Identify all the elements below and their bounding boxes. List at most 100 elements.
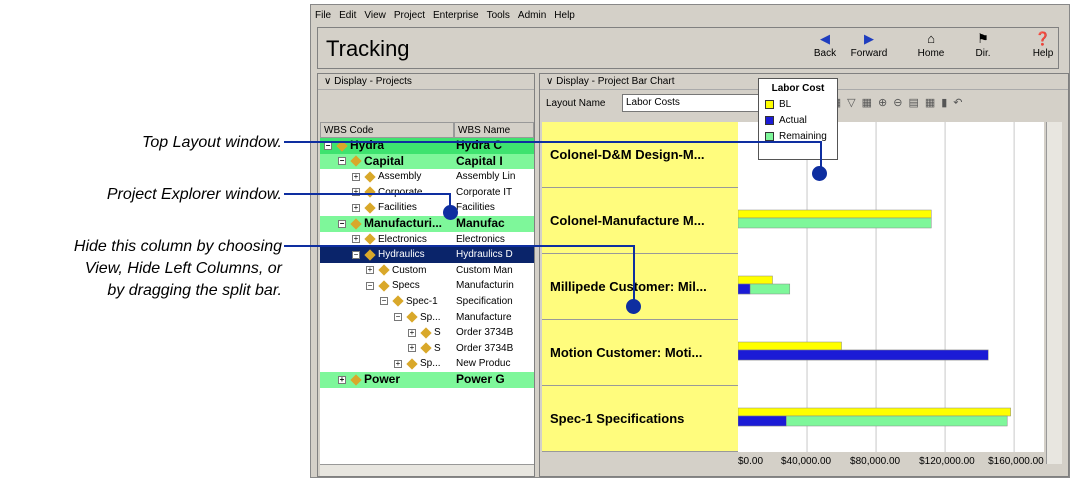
expand-toggle-icon[interactable]: − — [366, 281, 374, 290]
project-bar-label[interactable]: Spec-1 Specifications — [542, 386, 738, 452]
callout-hide-line2: View, Hide Left Columns, or — [84, 260, 282, 277]
expand-toggle-icon[interactable]: + — [352, 172, 360, 181]
expand-toggle-icon[interactable]: + — [394, 359, 402, 368]
wbs-name: Corporate IT — [456, 186, 513, 198]
project-bar-label[interactable]: Motion Customer: Moti... — [542, 320, 738, 386]
project-explorer-pane: ∨ Display - Projects WBS Code WBS Name −… — [317, 73, 535, 477]
callout-dot-hide-column — [626, 299, 641, 314]
menu-file[interactable]: File — [315, 10, 331, 21]
bar-remaining[interactable] — [738, 217, 932, 229]
wbs-row[interactable]: + S Order 3734B — [320, 341, 534, 357]
bar-actual[interactable] — [738, 415, 787, 427]
wbs-diamond-icon — [364, 202, 376, 214]
wbs-row[interactable]: + Power Power G — [320, 372, 534, 388]
wbs-row[interactable]: − Capital Capital I — [320, 153, 534, 170]
menu-project[interactable]: Project — [394, 10, 425, 21]
bar-bl[interactable] — [738, 341, 842, 351]
bar-bl[interactable] — [738, 275, 773, 285]
x-tick-label: $80,000.00 — [850, 456, 901, 467]
bar-actual[interactable] — [738, 283, 751, 295]
menu-help[interactable]: Help — [554, 10, 575, 21]
layout-name-input[interactable]: Labor Costs — [622, 94, 778, 112]
vertical-scrollbar[interactable] — [1046, 122, 1062, 464]
wbs-name: Specification — [456, 296, 513, 307]
expand-toggle-icon[interactable]: + — [338, 375, 346, 384]
expand-toggle-icon[interactable]: − — [324, 141, 332, 150]
home-button[interactable]: ⌂ Home — [908, 30, 954, 68]
wbs-row[interactable]: + Sp... New Produc — [320, 356, 534, 372]
wbs-code: Hydraulics — [378, 249, 425, 261]
expand-toggle-icon[interactable]: − — [338, 219, 346, 228]
x-axis-ticks: $0.00 $40,000.00 $80,000.00 $120,000.00 $160… — [724, 456, 1054, 470]
leader-top-layout — [284, 141, 822, 143]
menu-enterprise[interactable]: Enterprise — [433, 10, 479, 21]
dir-button[interactable]: ⚑ Dir. — [960, 30, 1006, 68]
wbs-name: Hydraulics D — [456, 249, 513, 261]
expand-toggle-icon[interactable]: + — [408, 344, 416, 353]
bar-actual[interactable] — [738, 349, 989, 361]
wbs-name: Power G — [456, 372, 505, 386]
wbs-diamond-icon — [378, 264, 390, 276]
wbs-row[interactable]: − Manufacturi... Manufac — [320, 216, 534, 232]
expand-toggle-icon[interactable]: − — [394, 312, 402, 321]
expand-toggle-icon[interactable]: − — [380, 297, 388, 306]
wbs-row[interactable]: − Spec-1 Specification — [320, 294, 534, 310]
expand-toggle-icon[interactable]: − — [338, 157, 346, 166]
wbs-code: Sp... — [420, 311, 441, 323]
projects-pane-header[interactable]: ∨ Display - Projects — [318, 74, 534, 90]
bar-chart-pane: ∨ Display - Project Bar Chart Layout Nam… — [539, 73, 1069, 477]
col-wbs-name[interactable]: WBS Name — [454, 122, 534, 138]
wbs-code: S — [434, 342, 441, 354]
wbs-diamond-icon — [364, 248, 376, 261]
wbs-row[interactable]: + Custom Custom Man — [320, 263, 534, 279]
expand-toggle-icon[interactable]: + — [352, 203, 360, 212]
wbs-diamond-icon — [378, 280, 390, 292]
menu-view[interactable]: View — [364, 10, 386, 21]
callout-dot-project-explorer — [443, 205, 458, 220]
wbs-code: Power — [364, 372, 401, 386]
col-wbs-code[interactable]: WBS Code — [320, 122, 454, 138]
expand-toggle-icon[interactable]: − — [352, 250, 360, 259]
expand-toggle-icon[interactable]: + — [352, 234, 360, 243]
wbs-row[interactable]: − Sp... Manufacture — [320, 310, 534, 326]
wbs-row[interactable]: + S Order 3734B — [320, 325, 534, 341]
forward-arrow-icon: ▶ — [864, 31, 874, 46]
menu-edit[interactable]: Edit — [339, 10, 356, 21]
wbs-row[interactable]: − Hydraulics Hydraulics D — [320, 247, 534, 263]
wbs-name: Manufacturin — [456, 280, 514, 292]
menu-bar: File Edit View Project Enterprise Tools … — [311, 5, 1069, 25]
wbs-code: Sp... — [420, 358, 441, 370]
wbs-diamond-icon — [420, 342, 432, 354]
bar-bl[interactable] — [738, 209, 932, 219]
legend-remaining: Remaining — [765, 129, 837, 145]
wbs-name: New Produc — [456, 358, 511, 370]
home-icon: ⌂ — [927, 31, 935, 46]
back-button[interactable]: ◀ Back — [802, 30, 848, 68]
wbs-diamond-icon — [364, 233, 376, 245]
horizontal-scrollbar[interactable] — [320, 464, 534, 476]
wbs-code: Specs — [392, 280, 420, 292]
callout-hide-line3: by dragging the split bar. — [107, 282, 282, 299]
legend-title: Labor Cost — [771, 83, 825, 94]
wbs-code: Facilities — [378, 202, 417, 214]
project-labels-column: Colonel-D&M Design-M... Colonel-Manufactu… — [542, 122, 738, 452]
x-tick-label: $40,000.00 — [781, 456, 832, 467]
help-icon: ❓ — [1034, 31, 1052, 46]
bar-bl[interactable] — [738, 407, 1011, 417]
menu-tools[interactable]: Tools — [487, 10, 510, 21]
x-tick-label: $0.00 — [738, 456, 764, 467]
wbs-code: Electronics — [378, 233, 427, 245]
callout-top-layout: Top Layout window. — [142, 134, 282, 151]
wbs-diamond-icon — [350, 218, 362, 230]
wbs-row[interactable]: + Assembly Assembly Lin — [320, 169, 534, 185]
help-button[interactable]: ❓ Help — [1020, 30, 1066, 68]
forward-button[interactable]: ▶ Forward — [846, 30, 892, 68]
expand-toggle-icon[interactable]: + — [366, 266, 374, 275]
wbs-name: Manufac — [456, 216, 505, 230]
project-bar-label[interactable]: Colonel-D&M Design-M... — [542, 122, 738, 188]
wbs-code: Spec-1 — [406, 296, 438, 307]
expand-toggle-icon[interactable]: + — [408, 328, 416, 337]
wbs-row[interactable]: − Specs Manufacturin — [320, 278, 534, 294]
menu-admin[interactable]: Admin — [518, 10, 546, 21]
wbs-row[interactable]: + Facilities Facilities — [320, 200, 534, 216]
